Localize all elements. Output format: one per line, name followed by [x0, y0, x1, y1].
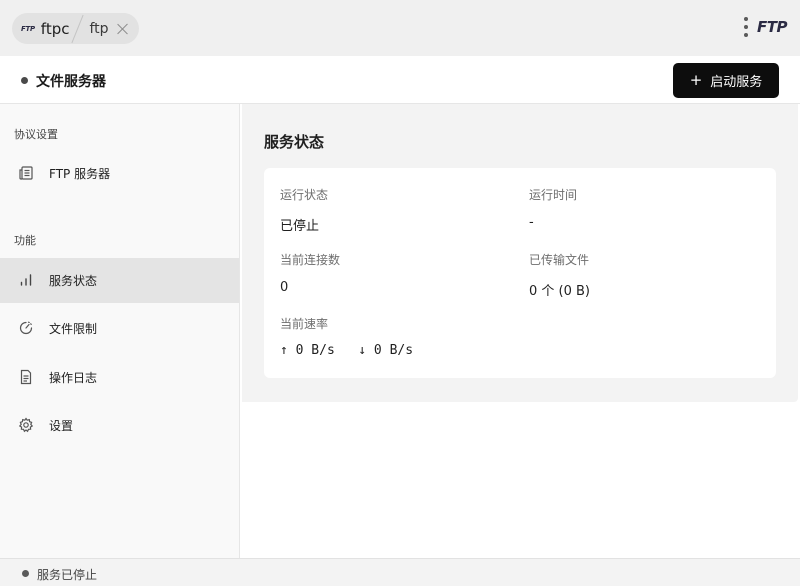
tab-ftpc[interactable]: FTP ftpc	[21, 13, 69, 44]
tab-ftp[interactable]: ftp	[89, 13, 128, 44]
transferred-value: 0 个 (0 B)	[529, 284, 591, 299]
run-state-label: 运行状态	[280, 188, 329, 202]
brand-logo: FTP	[757, 18, 787, 36]
page-header: 文件服务器 + 启动服务	[0, 56, 800, 104]
tab-ftp-label: ftp	[89, 20, 109, 37]
service-status-text: 服务已停止	[37, 568, 98, 582]
sidebar-item-label: 设置	[49, 419, 74, 433]
sidebar-item-label: 服务状态	[49, 274, 98, 288]
status-card: 运行状态 已停止 运行时间 - 当前连接数 0 已传输文件 0 个 (0 B) …	[264, 168, 776, 378]
sidebar-item-label: 文件限制	[49, 322, 98, 336]
speed-value: ↑ 0 B/s ↓ 0 B/s	[280, 343, 414, 358]
sidebar-item-file-limits[interactable]: 文件限制	[0, 306, 239, 351]
run-time-label: 运行时间	[529, 188, 578, 202]
sidebar-item-label: FTP 服务器	[49, 167, 111, 181]
server-doc-icon	[19, 166, 33, 180]
status-bar: 服务已停止	[0, 558, 800, 586]
sidebar-item-service-status[interactable]: 服务状态	[0, 258, 239, 303]
connections-label: 当前连接数	[280, 253, 341, 267]
service-status-panel: 服务状态 运行状态 已停止 运行时间 - 当前连接数 0 已传输文件 0 个 (…	[242, 104, 798, 402]
gauge-icon	[19, 321, 33, 335]
run-state-value: 已停止	[280, 219, 320, 234]
gear-icon	[18, 417, 34, 433]
sidebar: 协议设置 FTP 服务器 功能 服务状态 文件限制 操作日志 设置	[0, 104, 240, 558]
start-service-label: 启动服务	[710, 75, 763, 90]
page-title: 文件服务器	[36, 74, 106, 90]
start-service-button[interactable]: + 启动服务	[673, 63, 779, 98]
plus-icon: +	[689, 71, 703, 89]
sidebar-section-protocol: 协议设置	[14, 128, 58, 141]
section-title: 服务状态	[264, 133, 325, 151]
title-bar: FTP ftpc ftp FTP	[0, 0, 800, 56]
document-icon	[20, 369, 32, 385]
sidebar-section-features: 功能	[14, 234, 36, 247]
transferred-label: 已传输文件	[529, 253, 590, 267]
status-dot-icon	[21, 77, 28, 84]
run-time-value: -	[529, 215, 534, 230]
sidebar-item-settings[interactable]: 设置	[0, 403, 239, 448]
speed-label: 当前速率	[280, 317, 329, 331]
bar-chart-icon	[20, 274, 32, 286]
status-dot-icon	[22, 570, 29, 577]
tab-divider	[71, 14, 85, 43]
sidebar-item-operation-log[interactable]: 操作日志	[0, 355, 239, 400]
sidebar-item-label: 操作日志	[49, 371, 98, 385]
tab-ftpc-label: ftpc	[40, 19, 70, 38]
more-menu-icon[interactable]	[741, 17, 751, 39]
main-content: 服务状态 运行状态 已停止 运行时间 - 当前连接数 0 已传输文件 0 个 (…	[240, 104, 800, 558]
tab-strip: FTP ftpc ftp	[12, 13, 139, 44]
close-icon[interactable]	[117, 23, 129, 35]
ftp-logo-icon: FTP	[21, 24, 35, 33]
connections-value: 0	[280, 280, 289, 295]
sidebar-item-ftp-server[interactable]: FTP 服务器	[0, 151, 239, 196]
